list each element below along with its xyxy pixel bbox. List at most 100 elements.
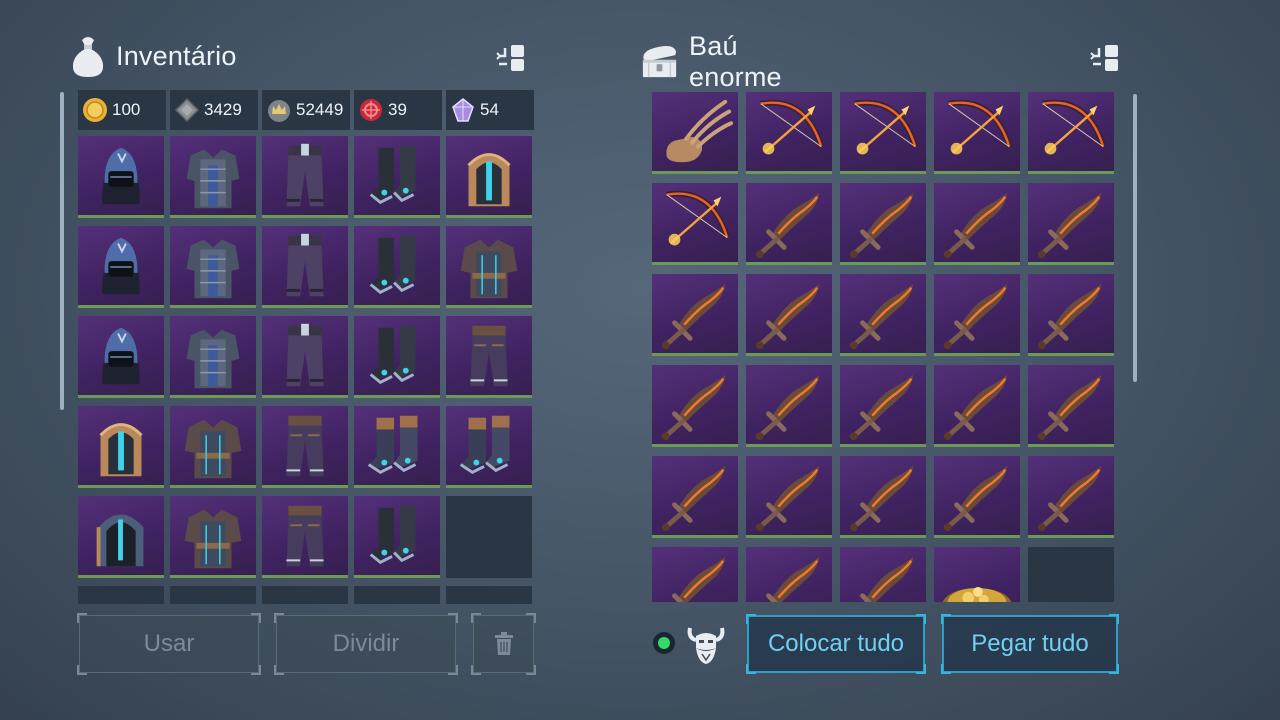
item-slot[interactable] xyxy=(934,274,1020,356)
fire-sword-icon xyxy=(849,283,914,350)
item-slot[interactable] xyxy=(840,547,926,602)
chest-header: Baú enorme xyxy=(640,31,797,93)
item-slot[interactable] xyxy=(170,496,256,578)
fire-sword-icon xyxy=(672,556,726,602)
take-all-button[interactable]: Pegar tudo xyxy=(941,614,1119,674)
item-slot[interactable] xyxy=(262,316,348,398)
item-slot[interactable] xyxy=(78,136,164,218)
item-slot[interactable] xyxy=(354,406,440,488)
item-slot[interactable] xyxy=(746,92,832,174)
item-slot[interactable] xyxy=(446,406,532,488)
item-slot[interactable] xyxy=(170,226,256,308)
leather-chest-armor-icon xyxy=(184,419,242,479)
item-slot[interactable] xyxy=(354,226,440,308)
currency-crystal-value: 54 xyxy=(480,100,499,119)
fire-sword-icon xyxy=(943,192,1008,259)
item-slot[interactable] xyxy=(262,136,348,218)
use-button[interactable]: Usar xyxy=(77,613,261,675)
bag-icon xyxy=(72,37,104,77)
empty-slot[interactable] xyxy=(1028,547,1114,602)
item-slot[interactable] xyxy=(746,456,832,538)
empty-slot[interactable] xyxy=(354,586,440,604)
item-slot[interactable] xyxy=(170,136,256,218)
swap-arrows-icon[interactable] xyxy=(495,42,529,76)
item-slot[interactable] xyxy=(170,316,256,398)
purple-pants-icon xyxy=(286,143,324,207)
item-slot[interactable] xyxy=(170,406,256,488)
item-slot[interactable] xyxy=(840,274,926,356)
item-slot[interactable] xyxy=(934,547,1020,602)
item-slot[interactable] xyxy=(934,456,1020,538)
empty-slot[interactable] xyxy=(446,496,532,578)
leather-pants-icon xyxy=(286,505,324,567)
discard-button[interactable] xyxy=(471,613,536,675)
item-slot[interactable] xyxy=(652,183,738,265)
item-slot[interactable] xyxy=(446,316,532,398)
dark-visor-helmet-icon xyxy=(96,514,144,567)
fire-bow-icon xyxy=(666,190,730,246)
split-button[interactable]: Dividir xyxy=(274,613,458,675)
fire-sword-icon xyxy=(661,374,726,441)
item-slot[interactable] xyxy=(840,183,926,265)
chest-scroll-thumb[interactable] xyxy=(1133,94,1137,382)
item-slot[interactable] xyxy=(446,136,532,218)
item-slot[interactable] xyxy=(746,365,832,447)
inventory-title: Inventário xyxy=(116,40,237,71)
gold-pile-icon xyxy=(942,587,1012,602)
item-slot[interactable] xyxy=(1028,365,1114,447)
item-slot[interactable] xyxy=(262,406,348,488)
steel-boots-icon xyxy=(369,505,416,565)
item-slot[interactable] xyxy=(840,365,926,447)
put-all-button[interactable]: Colocar tudo xyxy=(746,614,926,674)
item-slot[interactable] xyxy=(262,226,348,308)
fire-bow-icon xyxy=(948,99,1012,155)
swap-arrows-icon[interactable] xyxy=(1089,42,1123,76)
chest-grid xyxy=(652,92,1118,602)
empty-slot[interactable] xyxy=(78,586,164,604)
item-slot[interactable] xyxy=(652,365,738,447)
empty-slot[interactable] xyxy=(446,586,532,604)
item-slot[interactable] xyxy=(1028,92,1114,174)
currency-emblem: 39 xyxy=(354,90,442,130)
item-slot[interactable] xyxy=(652,92,738,174)
item-slot[interactable] xyxy=(934,183,1020,265)
item-slot[interactable] xyxy=(652,456,738,538)
item-slot[interactable] xyxy=(78,406,164,488)
item-slot[interactable] xyxy=(934,92,1020,174)
item-slot[interactable] xyxy=(354,496,440,578)
purple-pants-icon xyxy=(286,233,324,297)
fire-sword-icon xyxy=(849,465,914,532)
inventory-scroll-thumb[interactable] xyxy=(60,92,64,410)
item-slot[interactable] xyxy=(840,456,926,538)
item-slot[interactable] xyxy=(354,316,440,398)
item-slot[interactable] xyxy=(934,365,1020,447)
item-slot[interactable] xyxy=(1028,456,1114,538)
chain-chest-armor-icon xyxy=(186,149,240,209)
item-slot[interactable] xyxy=(746,183,832,265)
chain-chest-armor-icon xyxy=(186,329,240,389)
item-slot[interactable] xyxy=(1028,274,1114,356)
bronze-visor-helmet-icon xyxy=(467,153,511,207)
item-slot[interactable] xyxy=(446,226,532,308)
item-slot[interactable] xyxy=(262,496,348,578)
item-slot[interactable] xyxy=(1028,183,1114,265)
item-slot[interactable] xyxy=(746,274,832,356)
currency-crown-value: 52449 xyxy=(296,100,344,119)
inventory-scrollbar[interactable] xyxy=(60,92,64,410)
empty-slot[interactable] xyxy=(170,586,256,604)
fire-sword-icon xyxy=(943,465,1008,532)
fire-sword-icon xyxy=(755,374,820,441)
item-slot[interactable] xyxy=(78,316,164,398)
item-slot[interactable] xyxy=(354,136,440,218)
chest-scrollbar[interactable] xyxy=(1133,94,1137,382)
empty-slot[interactable] xyxy=(262,586,348,604)
item-slot[interactable] xyxy=(78,496,164,578)
item-slot[interactable] xyxy=(746,547,832,602)
item-slot[interactable] xyxy=(652,274,738,356)
item-slot[interactable] xyxy=(652,547,738,602)
bronze-boots-icon xyxy=(459,415,510,475)
item-slot[interactable] xyxy=(78,226,164,308)
fire-sword-icon xyxy=(661,465,726,532)
item-slot[interactable] xyxy=(840,92,926,174)
currency-iron-value: 3429 xyxy=(204,100,242,119)
